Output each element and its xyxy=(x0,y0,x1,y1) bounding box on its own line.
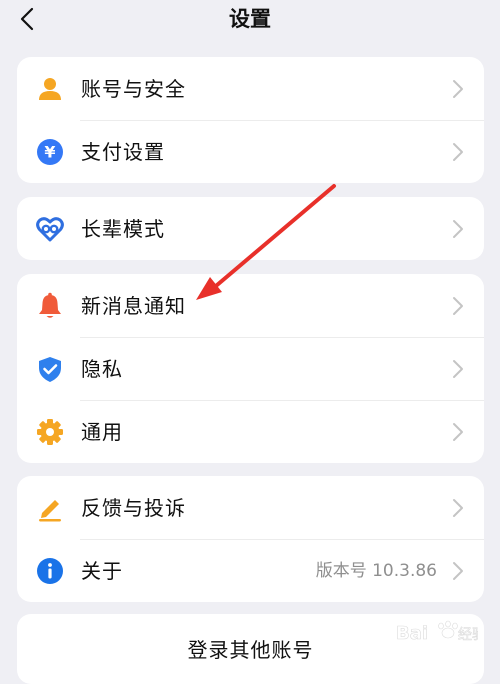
settings-group-general: 新消息通知 隐私 通用 xyxy=(17,274,484,463)
chevron-right-icon xyxy=(453,219,463,238)
gear-icon xyxy=(36,418,64,446)
yuan-icon: ¥ xyxy=(36,138,64,166)
chevron-right-icon xyxy=(453,561,463,580)
settings-item-label: 隐私 xyxy=(81,356,123,381)
settings-item-about[interactable]: 关于 版本号 10.3.86 xyxy=(17,539,484,602)
settings-item-elder-mode[interactable]: 长辈模式 xyxy=(17,197,484,260)
settings-item-label: 反馈与投诉 xyxy=(81,495,186,520)
settings-item-general[interactable]: 通用 xyxy=(17,400,484,463)
svg-text:¥: ¥ xyxy=(44,142,55,161)
switch-account-button[interactable]: 登录其他账号 xyxy=(17,614,484,684)
bell-icon xyxy=(36,292,64,320)
heart-icon xyxy=(36,215,64,243)
switch-account-label: 登录其他账号 xyxy=(187,638,314,662)
user-icon xyxy=(36,75,64,103)
settings-item-privacy[interactable]: 隐私 xyxy=(17,337,484,400)
settings-item-feedback[interactable]: 反馈与投诉 xyxy=(17,476,484,539)
settings-item-label: 长辈模式 xyxy=(81,216,165,241)
settings-item-label: 通用 xyxy=(81,419,123,444)
chevron-right-icon xyxy=(453,296,463,315)
chevron-right-icon xyxy=(453,142,463,161)
navigation-bar: 设置 xyxy=(0,0,500,40)
settings-item-payment[interactable]: ¥ 支付设置 xyxy=(17,120,484,183)
settings-group-account: 账号与安全 ¥ 支付设置 xyxy=(17,57,484,183)
settings-item-label: 支付设置 xyxy=(81,139,165,164)
chevron-right-icon xyxy=(453,422,463,441)
chevron-right-icon xyxy=(453,498,463,517)
settings-item-account-security[interactable]: 账号与安全 xyxy=(17,57,484,120)
page-title: 设置 xyxy=(229,7,271,31)
chevron-right-icon xyxy=(453,79,463,98)
settings-group-elder: 长辈模式 xyxy=(17,197,484,260)
shield-icon xyxy=(36,355,64,383)
settings-item-label: 新消息通知 xyxy=(81,293,186,318)
edit-icon xyxy=(36,494,64,522)
settings-group-about: 反馈与投诉 关于 版本号 10.3.86 xyxy=(17,476,484,602)
chevron-right-icon xyxy=(453,359,463,378)
settings-item-label: 关于 xyxy=(81,558,123,583)
version-number: 版本号 10.3.86 xyxy=(315,560,437,581)
info-icon xyxy=(36,557,64,585)
settings-item-notifications[interactable]: 新消息通知 xyxy=(17,274,484,337)
settings-item-label: 账号与安全 xyxy=(81,76,186,101)
